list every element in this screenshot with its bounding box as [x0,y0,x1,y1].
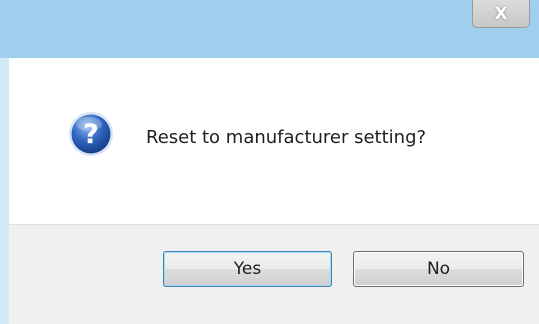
dialog-content: ? Reset to manufacturer setting? [9,58,539,224]
dialog-message: Reset to manufacturer setting? [146,127,427,148]
yes-button[interactable]: Yes [163,251,332,287]
no-button[interactable]: No [353,251,524,287]
svg-text:?: ? [83,119,99,150]
dialog-footer: Yes No [9,224,539,324]
window-frame-left [0,58,9,324]
question-icon: ? [69,112,113,156]
close-icon: X [494,3,508,24]
title-bar[interactable]: X [0,0,539,58]
close-button[interactable]: X [472,0,530,28]
